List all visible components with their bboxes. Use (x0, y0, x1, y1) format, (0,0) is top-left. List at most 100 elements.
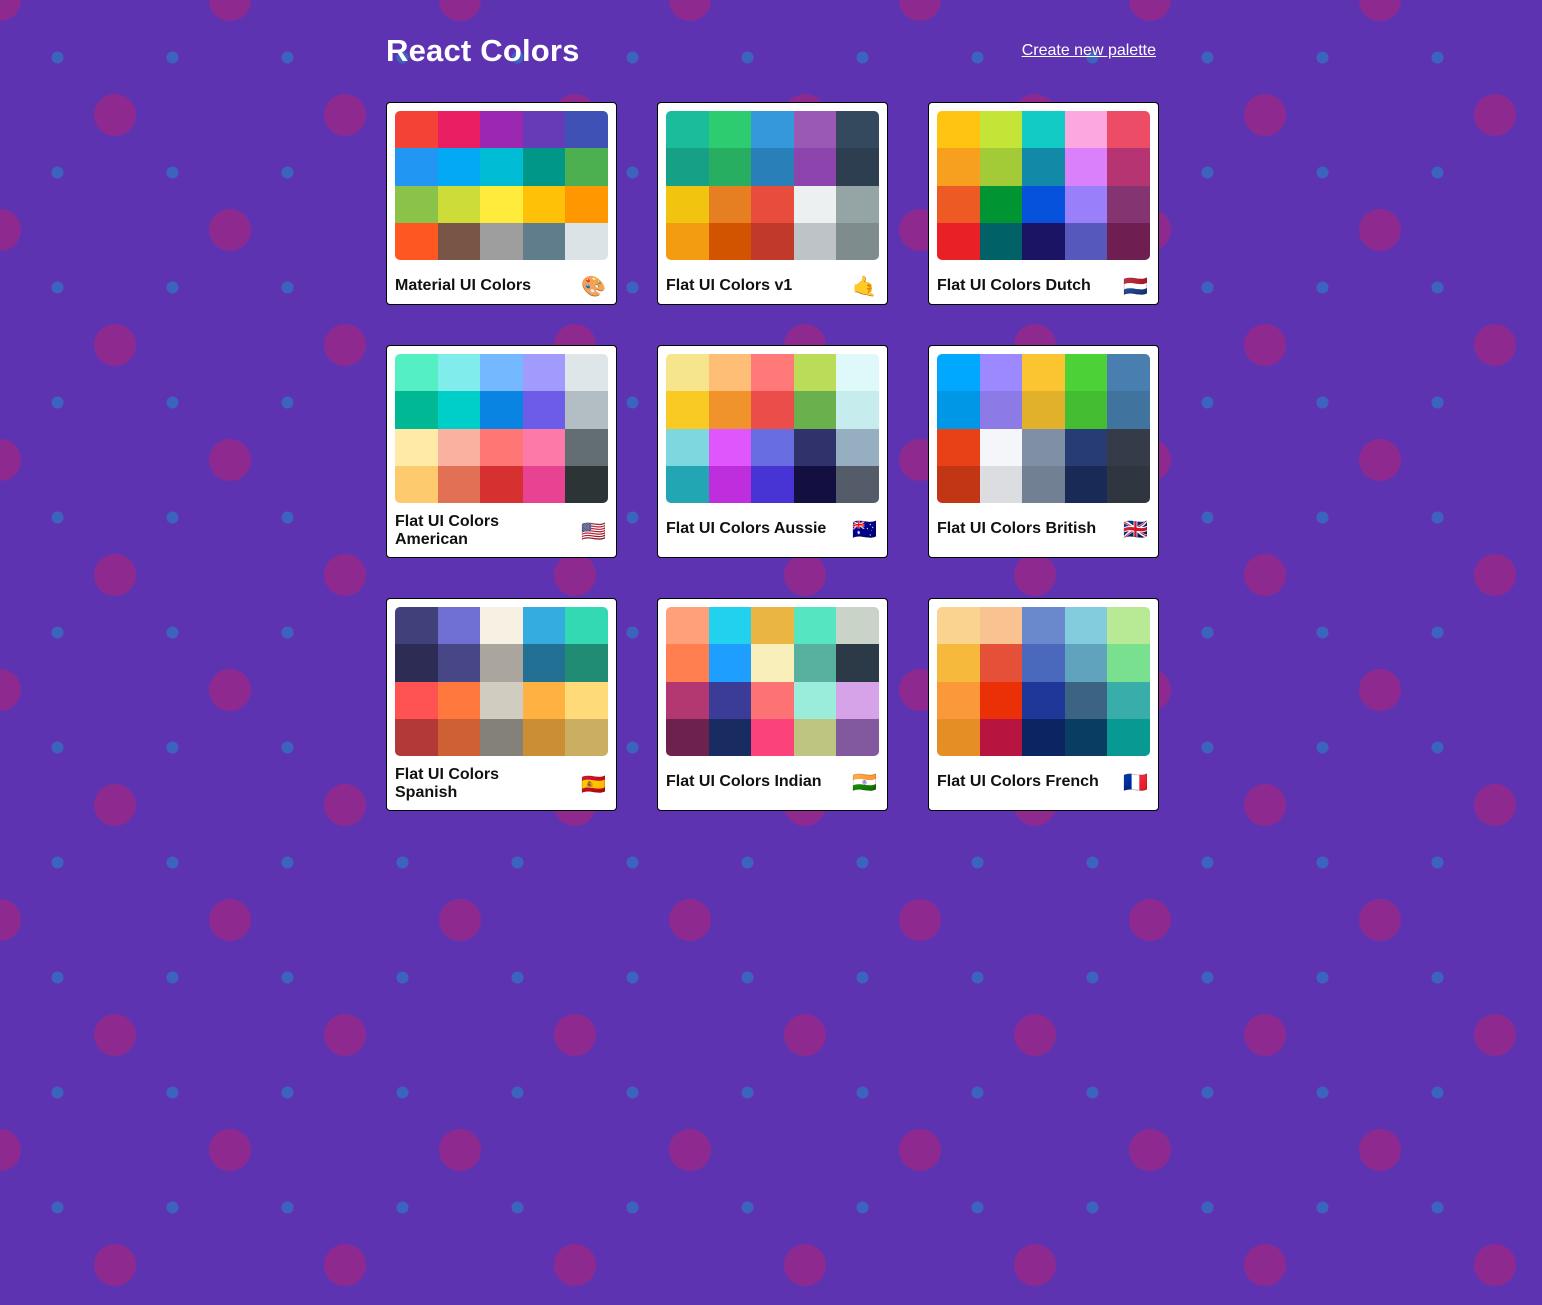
palette-emoji-icon: 🇮🇳 (852, 770, 877, 794)
color-swatch (937, 428, 980, 466)
color-swatch (1107, 465, 1150, 503)
color-swatch (395, 222, 438, 260)
color-swatch (979, 391, 1023, 429)
color-swatch (522, 718, 566, 756)
palette-card[interactable]: Flat UI Colors Aussie 🇦🇺 (657, 345, 888, 558)
palette-preview (937, 354, 1150, 503)
color-swatch (793, 428, 837, 466)
color-swatch (565, 111, 608, 149)
color-swatch (666, 428, 709, 466)
color-swatch (751, 354, 794, 392)
color-swatch (793, 111, 837, 149)
color-swatch (937, 222, 980, 260)
color-swatch (395, 718, 438, 756)
color-swatch (836, 465, 879, 503)
color-swatch (1022, 185, 1065, 223)
color-swatch (666, 681, 709, 719)
color-swatch (565, 222, 608, 260)
palette-preview (937, 111, 1150, 260)
color-swatch (1064, 391, 1108, 429)
palette-card[interactable]: Flat UI Colors Dutch 🇳🇱 (928, 102, 1159, 305)
color-swatch (937, 111, 980, 149)
color-swatch (666, 185, 709, 223)
color-swatch (937, 681, 980, 719)
palette-card[interactable]: Flat UI Colors v1 🤙 (657, 102, 888, 305)
color-swatch (437, 185, 481, 223)
palette-card[interactable]: Material UI Colors 🎨 (386, 102, 617, 305)
palette-card-footer: Flat UI Colors British 🇬🇧 (937, 503, 1150, 547)
palette-emoji-icon: 🇬🇧 (1123, 517, 1148, 541)
palette-name: Flat UI Colors v1 (666, 277, 793, 294)
color-swatch (437, 428, 481, 466)
color-swatch (522, 644, 566, 682)
color-swatch (979, 681, 1023, 719)
palette-card[interactable]: Flat UI Colors French 🇫🇷 (928, 598, 1159, 811)
color-swatch (480, 465, 523, 503)
color-swatch (437, 148, 481, 186)
color-swatch (395, 428, 438, 466)
color-swatch (480, 718, 523, 756)
create-new-palette-link[interactable]: Create new palette (1022, 42, 1156, 60)
color-swatch (565, 185, 608, 223)
color-swatch (1064, 718, 1108, 756)
color-swatch (836, 607, 879, 645)
color-swatch (836, 428, 879, 466)
color-swatch (1107, 681, 1150, 719)
palette-card[interactable]: Flat UI Colors American 🇺🇸 (386, 345, 617, 558)
color-swatch (666, 465, 709, 503)
palette-card[interactable]: Flat UI Colors Spanish 🇪🇸 (386, 598, 617, 811)
color-swatch (565, 644, 608, 682)
palette-card[interactable]: Flat UI Colors British 🇬🇧 (928, 345, 1159, 558)
color-swatch (1022, 644, 1065, 682)
color-swatch (1064, 222, 1108, 260)
palette-card[interactable]: Flat UI Colors Indian 🇮🇳 (657, 598, 888, 811)
palette-card-footer: Flat UI Colors Indian 🇮🇳 (666, 756, 879, 800)
color-swatch (708, 222, 752, 260)
color-swatch (751, 185, 794, 223)
palette-card-footer: Flat UI Colors v1 🤙 (666, 260, 879, 304)
color-swatch (666, 644, 709, 682)
palette-name: Flat UI Colors Aussie (666, 520, 827, 537)
color-swatch (666, 391, 709, 429)
color-swatch (1064, 644, 1108, 682)
color-swatch (793, 607, 837, 645)
color-swatch (751, 428, 794, 466)
color-swatch (480, 428, 523, 466)
color-swatch (793, 465, 837, 503)
color-swatch (751, 607, 794, 645)
palette-preview (666, 354, 879, 503)
color-swatch (751, 111, 794, 149)
color-swatch (836, 148, 879, 186)
color-swatch (708, 718, 752, 756)
color-swatch (1107, 391, 1150, 429)
palette-name: Flat UI Colors Dutch (937, 277, 1091, 294)
color-swatch (793, 222, 837, 260)
color-swatch (395, 148, 438, 186)
color-swatch (522, 148, 566, 186)
color-swatch (480, 607, 523, 645)
color-swatch (836, 644, 879, 682)
color-swatch (708, 607, 752, 645)
color-swatch (1107, 111, 1150, 149)
color-swatch (836, 354, 879, 392)
color-swatch (522, 185, 566, 223)
color-swatch (565, 428, 608, 466)
color-swatch (708, 428, 752, 466)
color-swatch (522, 681, 566, 719)
site-title: React Colors (386, 33, 580, 68)
color-swatch (666, 354, 709, 392)
palette-name: Flat UI Colors British (937, 520, 1097, 537)
color-swatch (751, 681, 794, 719)
palette-card-footer: Material UI Colors 🎨 (395, 260, 608, 304)
color-swatch (1022, 354, 1065, 392)
color-swatch (395, 681, 438, 719)
color-swatch (522, 111, 566, 149)
color-swatch (836, 111, 879, 149)
color-swatch (1107, 148, 1150, 186)
palette-emoji-icon: 🇺🇸 (581, 519, 606, 543)
color-swatch (937, 718, 980, 756)
palette-emoji-icon: 🇫🇷 (1123, 770, 1148, 794)
color-swatch (751, 391, 794, 429)
palette-name: Flat UI Colors American (395, 513, 500, 548)
color-swatch (1064, 428, 1108, 466)
